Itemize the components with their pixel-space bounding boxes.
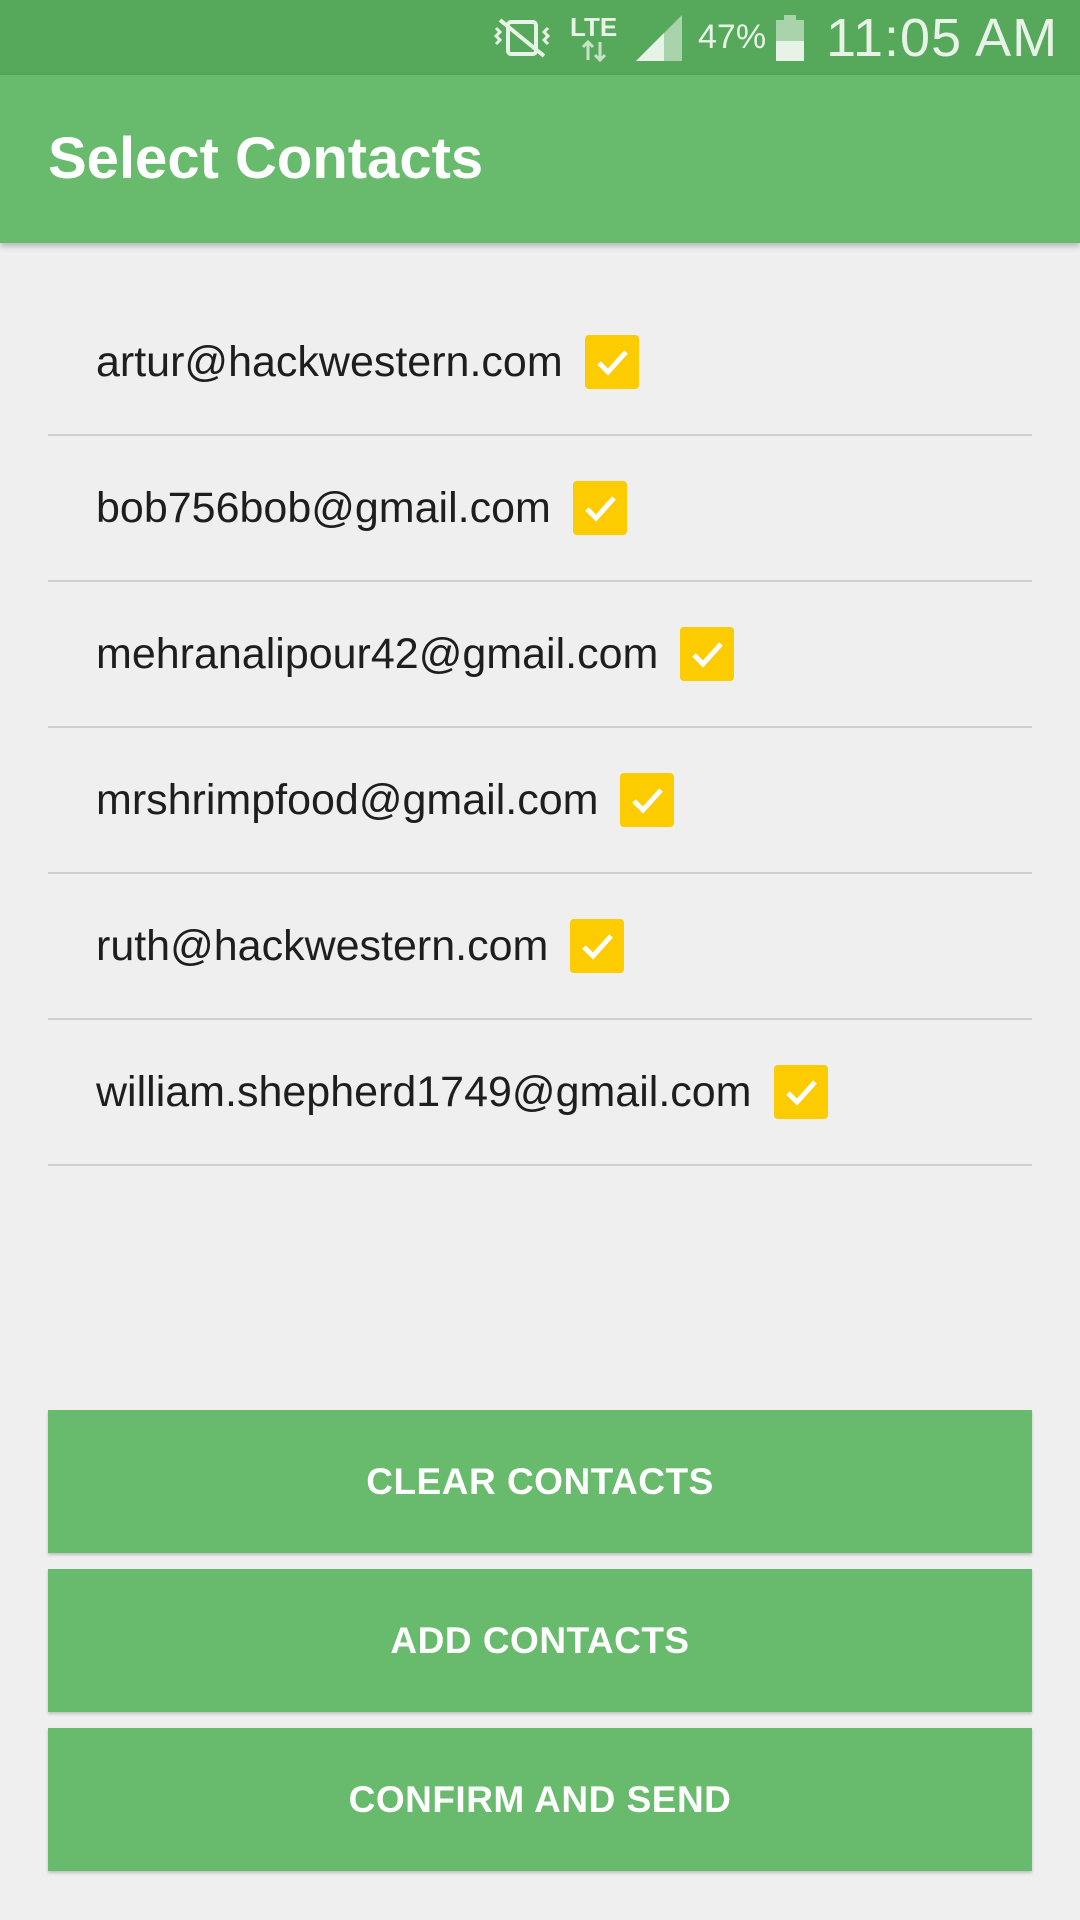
contact-email: mrshrimpfood@gmail.com <box>96 775 599 824</box>
check-icon <box>785 1080 817 1106</box>
lte-data-icon: LTE <box>570 0 626 75</box>
contact-checkbox[interactable] <box>570 919 625 973</box>
screen: LTE 47% 11:05 AM Select Contacts artur@h… <box>0 0 1080 1920</box>
contact-checkbox[interactable] <box>572 481 627 535</box>
check-icon <box>585 496 616 522</box>
clear-contacts-button[interactable]: CLEAR CONTACTS <box>48 1410 1032 1553</box>
add-contacts-button[interactable]: ADD CONTACTS <box>48 1569 1032 1712</box>
list-item[interactable]: mehranalipour42@gmail.com <box>48 582 1032 728</box>
app-bar: Select Contacts <box>0 75 1080 243</box>
battery-percent: 47% <box>698 18 767 56</box>
contact-email: bob756bob@gmail.com <box>96 483 551 532</box>
status-bar: LTE 47% 11:05 AM <box>0 0 1080 75</box>
check-icon <box>632 788 664 814</box>
contact-checkbox[interactable] <box>773 1065 828 1119</box>
network-type-label: LTE <box>570 11 618 42</box>
contact-list: artur@hackwestern.com bob756bob@gmail.co… <box>48 290 1032 1166</box>
battery-icon <box>774 0 806 75</box>
list-item[interactable]: william.shepherd1749@gmail.com <box>48 1020 1032 1166</box>
check-icon <box>692 642 724 668</box>
list-item[interactable]: mrshrimpfood@gmail.com <box>48 728 1032 874</box>
check-icon <box>596 350 628 376</box>
list-item[interactable]: ruth@hackwestern.com <box>48 874 1032 1020</box>
vibrate-mute-icon <box>486 0 558 75</box>
page-title: Select Contacts <box>48 126 484 191</box>
contact-email: artur@hackwestern.com <box>96 337 563 386</box>
contact-checkbox[interactable] <box>680 627 735 681</box>
contact-checkbox[interactable] <box>584 335 639 389</box>
confirm-and-send-button[interactable]: CONFIRM AND SEND <box>48 1728 1032 1871</box>
contact-email: william.shepherd1749@gmail.com <box>96 1067 752 1116</box>
contact-email: mehranalipour42@gmail.com <box>96 629 659 678</box>
list-item[interactable]: bob756bob@gmail.com <box>48 436 1032 582</box>
signal-icon <box>634 0 684 75</box>
check-icon <box>582 934 614 960</box>
contact-email: ruth@hackwestern.com <box>96 921 549 970</box>
list-item[interactable]: artur@hackwestern.com <box>48 290 1032 436</box>
status-clock: 11:05 AM <box>826 7 1059 68</box>
contact-checkbox[interactable] <box>620 773 675 827</box>
